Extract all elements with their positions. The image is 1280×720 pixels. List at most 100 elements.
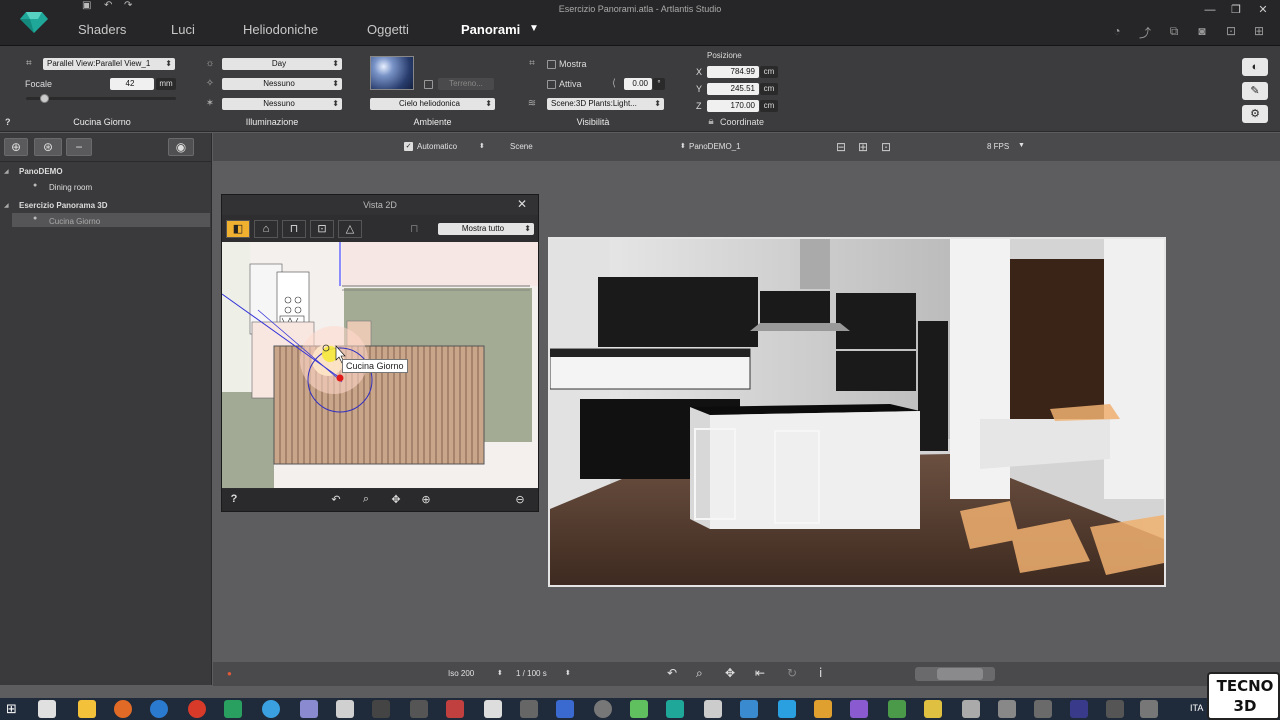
- terrain-checkbox[interactable]: [424, 80, 433, 89]
- focale-slider[interactable]: [26, 94, 176, 103]
- scene-arrow-icon[interactable]: ⬍: [479, 142, 485, 150]
- redo-icon[interactable]: ↷: [124, 0, 132, 12]
- x-input[interactable]: 784.99: [707, 66, 759, 78]
- language-indicator[interactable]: ITA: [1190, 703, 1203, 713]
- app-icon-22[interactable]: [1034, 700, 1052, 718]
- iso-arrow-icon[interactable]: ⬍: [497, 669, 503, 677]
- help-icon[interactable]: ?: [226, 493, 242, 507]
- app-icon-8[interactable]: [484, 700, 502, 718]
- render-icon[interactable]: ⊡: [1222, 24, 1240, 40]
- layout-icon-3[interactable]: ⊡: [881, 140, 891, 154]
- plan-view-icon[interactable]: ◧: [226, 220, 250, 238]
- add-node-button[interactable]: ⊛: [34, 138, 62, 156]
- scroll-track[interactable]: [915, 667, 995, 681]
- render-preview[interactable]: [548, 237, 1166, 587]
- app-icon-16[interactable]: [814, 700, 832, 718]
- scroll-thumb[interactable]: [937, 668, 983, 680]
- menu-heliodoniche[interactable]: Heliodoniche: [243, 22, 318, 37]
- terrain-button[interactable]: Terreno...: [438, 78, 494, 90]
- lock-icon[interactable]: 🔒︎: [705, 116, 717, 128]
- app-icon-3[interactable]: [300, 700, 318, 718]
- save-icon[interactable]: ▣: [82, 0, 91, 12]
- minimize-icon[interactable]: —: [1200, 3, 1220, 17]
- layout-icon-1[interactable]: ⊟: [836, 140, 846, 154]
- folder-icon[interactable]: [78, 700, 96, 718]
- app-icon-4[interactable]: [336, 700, 354, 718]
- scene-select[interactable]: Scene:3D Plants:Light...: [547, 98, 664, 110]
- angle-input[interactable]: 0.00: [624, 78, 652, 90]
- floor-plan[interactable]: Cucina Giorno: [222, 242, 538, 488]
- help-icon[interactable]: ?: [5, 117, 11, 127]
- app-icon-1[interactable]: [224, 700, 242, 718]
- menu-shaders[interactable]: Shaders: [78, 22, 126, 37]
- restore-icon[interactable]: ❐: [1226, 3, 1246, 17]
- app-icon-2[interactable]: [262, 700, 280, 718]
- camera-icon[interactable]: ◙: [1193, 24, 1211, 40]
- app-icon-11[interactable]: [594, 700, 612, 718]
- firefox-icon[interactable]: [114, 700, 132, 718]
- reset-icon[interactable]: ↶: [667, 666, 677, 680]
- app-icon-9[interactable]: [520, 700, 538, 718]
- app-icon-25[interactable]: [1140, 700, 1158, 718]
- app-icon-23[interactable]: [1070, 700, 1088, 718]
- refresh-icon[interactable]: ↻: [787, 666, 797, 680]
- fps-dropdown-icon[interactable]: ▼: [1018, 142, 1025, 149]
- app-icon-24[interactable]: [1106, 700, 1124, 718]
- light-select-2[interactable]: Nessuno: [222, 98, 342, 110]
- undo-icon[interactable]: ↶: [104, 0, 112, 12]
- zoom-icon[interactable]: ⌕: [696, 666, 703, 681]
- menu-luci[interactable]: Luci: [171, 22, 195, 37]
- show-checkbox[interactable]: [547, 60, 556, 69]
- app-icon-12[interactable]: [630, 700, 648, 718]
- pan-icon[interactable]: ✥: [388, 493, 404, 507]
- measure-icon[interactable]: ⊓: [410, 222, 419, 235]
- start-icon[interactable]: ⊞: [6, 701, 17, 717]
- menu-panorami[interactable]: Panorami: [461, 22, 520, 37]
- shutter-value[interactable]: 1 / 100 s: [516, 669, 547, 678]
- light-select-1[interactable]: Nessuno: [222, 78, 342, 90]
- windows-icon[interactable]: ⧉: [1165, 24, 1183, 40]
- tree-group[interactable]: Esercizio Panorama 3D: [19, 201, 107, 210]
- clock-icon[interactable]: ◔: [1108, 24, 1126, 40]
- app-icon-5[interactable]: [372, 700, 390, 718]
- app-icon-18[interactable]: [888, 700, 906, 718]
- left-view-icon[interactable]: △: [338, 220, 362, 238]
- front-view-icon[interactable]: ⌂: [254, 220, 278, 238]
- tree-item[interactable]: Dining room: [49, 183, 92, 192]
- app-icon-17[interactable]: [850, 700, 868, 718]
- shutter-arrow-icon[interactable]: ⬍: [565, 669, 571, 677]
- pan-icon[interactable]: ✥: [725, 666, 735, 680]
- tree-selection[interactable]: [12, 213, 210, 227]
- eye-icon[interactable]: ◉: [168, 138, 194, 156]
- artlantis-task-icon[interactable]: [666, 700, 684, 718]
- close-window-icon[interactable]: ✕: [1253, 3, 1273, 17]
- undo-view-icon[interactable]: ↶: [328, 493, 344, 507]
- focale-input[interactable]: 42: [110, 78, 154, 90]
- slider-handle[interactable]: [40, 94, 49, 103]
- iso-value[interactable]: Iso 200: [448, 669, 474, 678]
- moon-icon[interactable]: ◐: [1242, 58, 1268, 76]
- app-icon-21[interactable]: [998, 700, 1016, 718]
- app-icon-15[interactable]: [778, 700, 796, 718]
- batch-icon[interactable]: ⊞: [1250, 24, 1268, 40]
- app-icon-7[interactable]: [446, 700, 464, 718]
- app-icon-6[interactable]: [410, 700, 428, 718]
- fps-select[interactable]: 8 FPS: [987, 142, 1009, 151]
- menu-oggetti[interactable]: Oggetti: [367, 22, 409, 37]
- show-all-select[interactable]: Mostra tutto: [438, 223, 534, 235]
- sync-icon[interactable]: ⊖: [512, 493, 528, 507]
- sky-preview[interactable]: [370, 56, 414, 90]
- panorami-dropdown-icon[interactable]: ▼: [529, 23, 539, 34]
- sky-select[interactable]: Cielo heliodonica: [370, 98, 495, 110]
- auto-checkbox[interactable]: ✓: [404, 142, 413, 151]
- ie-icon[interactable]: [150, 700, 168, 718]
- zoom-fit-icon[interactable]: ⊕: [418, 493, 434, 507]
- tree-group[interactable]: PanoDEMO: [19, 167, 63, 176]
- active-checkbox[interactable]: [547, 80, 556, 89]
- export-icon[interactable]: ⤴: [1136, 24, 1154, 40]
- app-icon-10[interactable]: [556, 700, 574, 718]
- pano-select[interactable]: PanoDEMO_1: [689, 142, 741, 151]
- view-select[interactable]: Parallel View:Parallel View_1: [43, 58, 175, 70]
- remove-button[interactable]: −: [66, 138, 92, 156]
- expand-icon[interactable]: ◢: [4, 202, 9, 209]
